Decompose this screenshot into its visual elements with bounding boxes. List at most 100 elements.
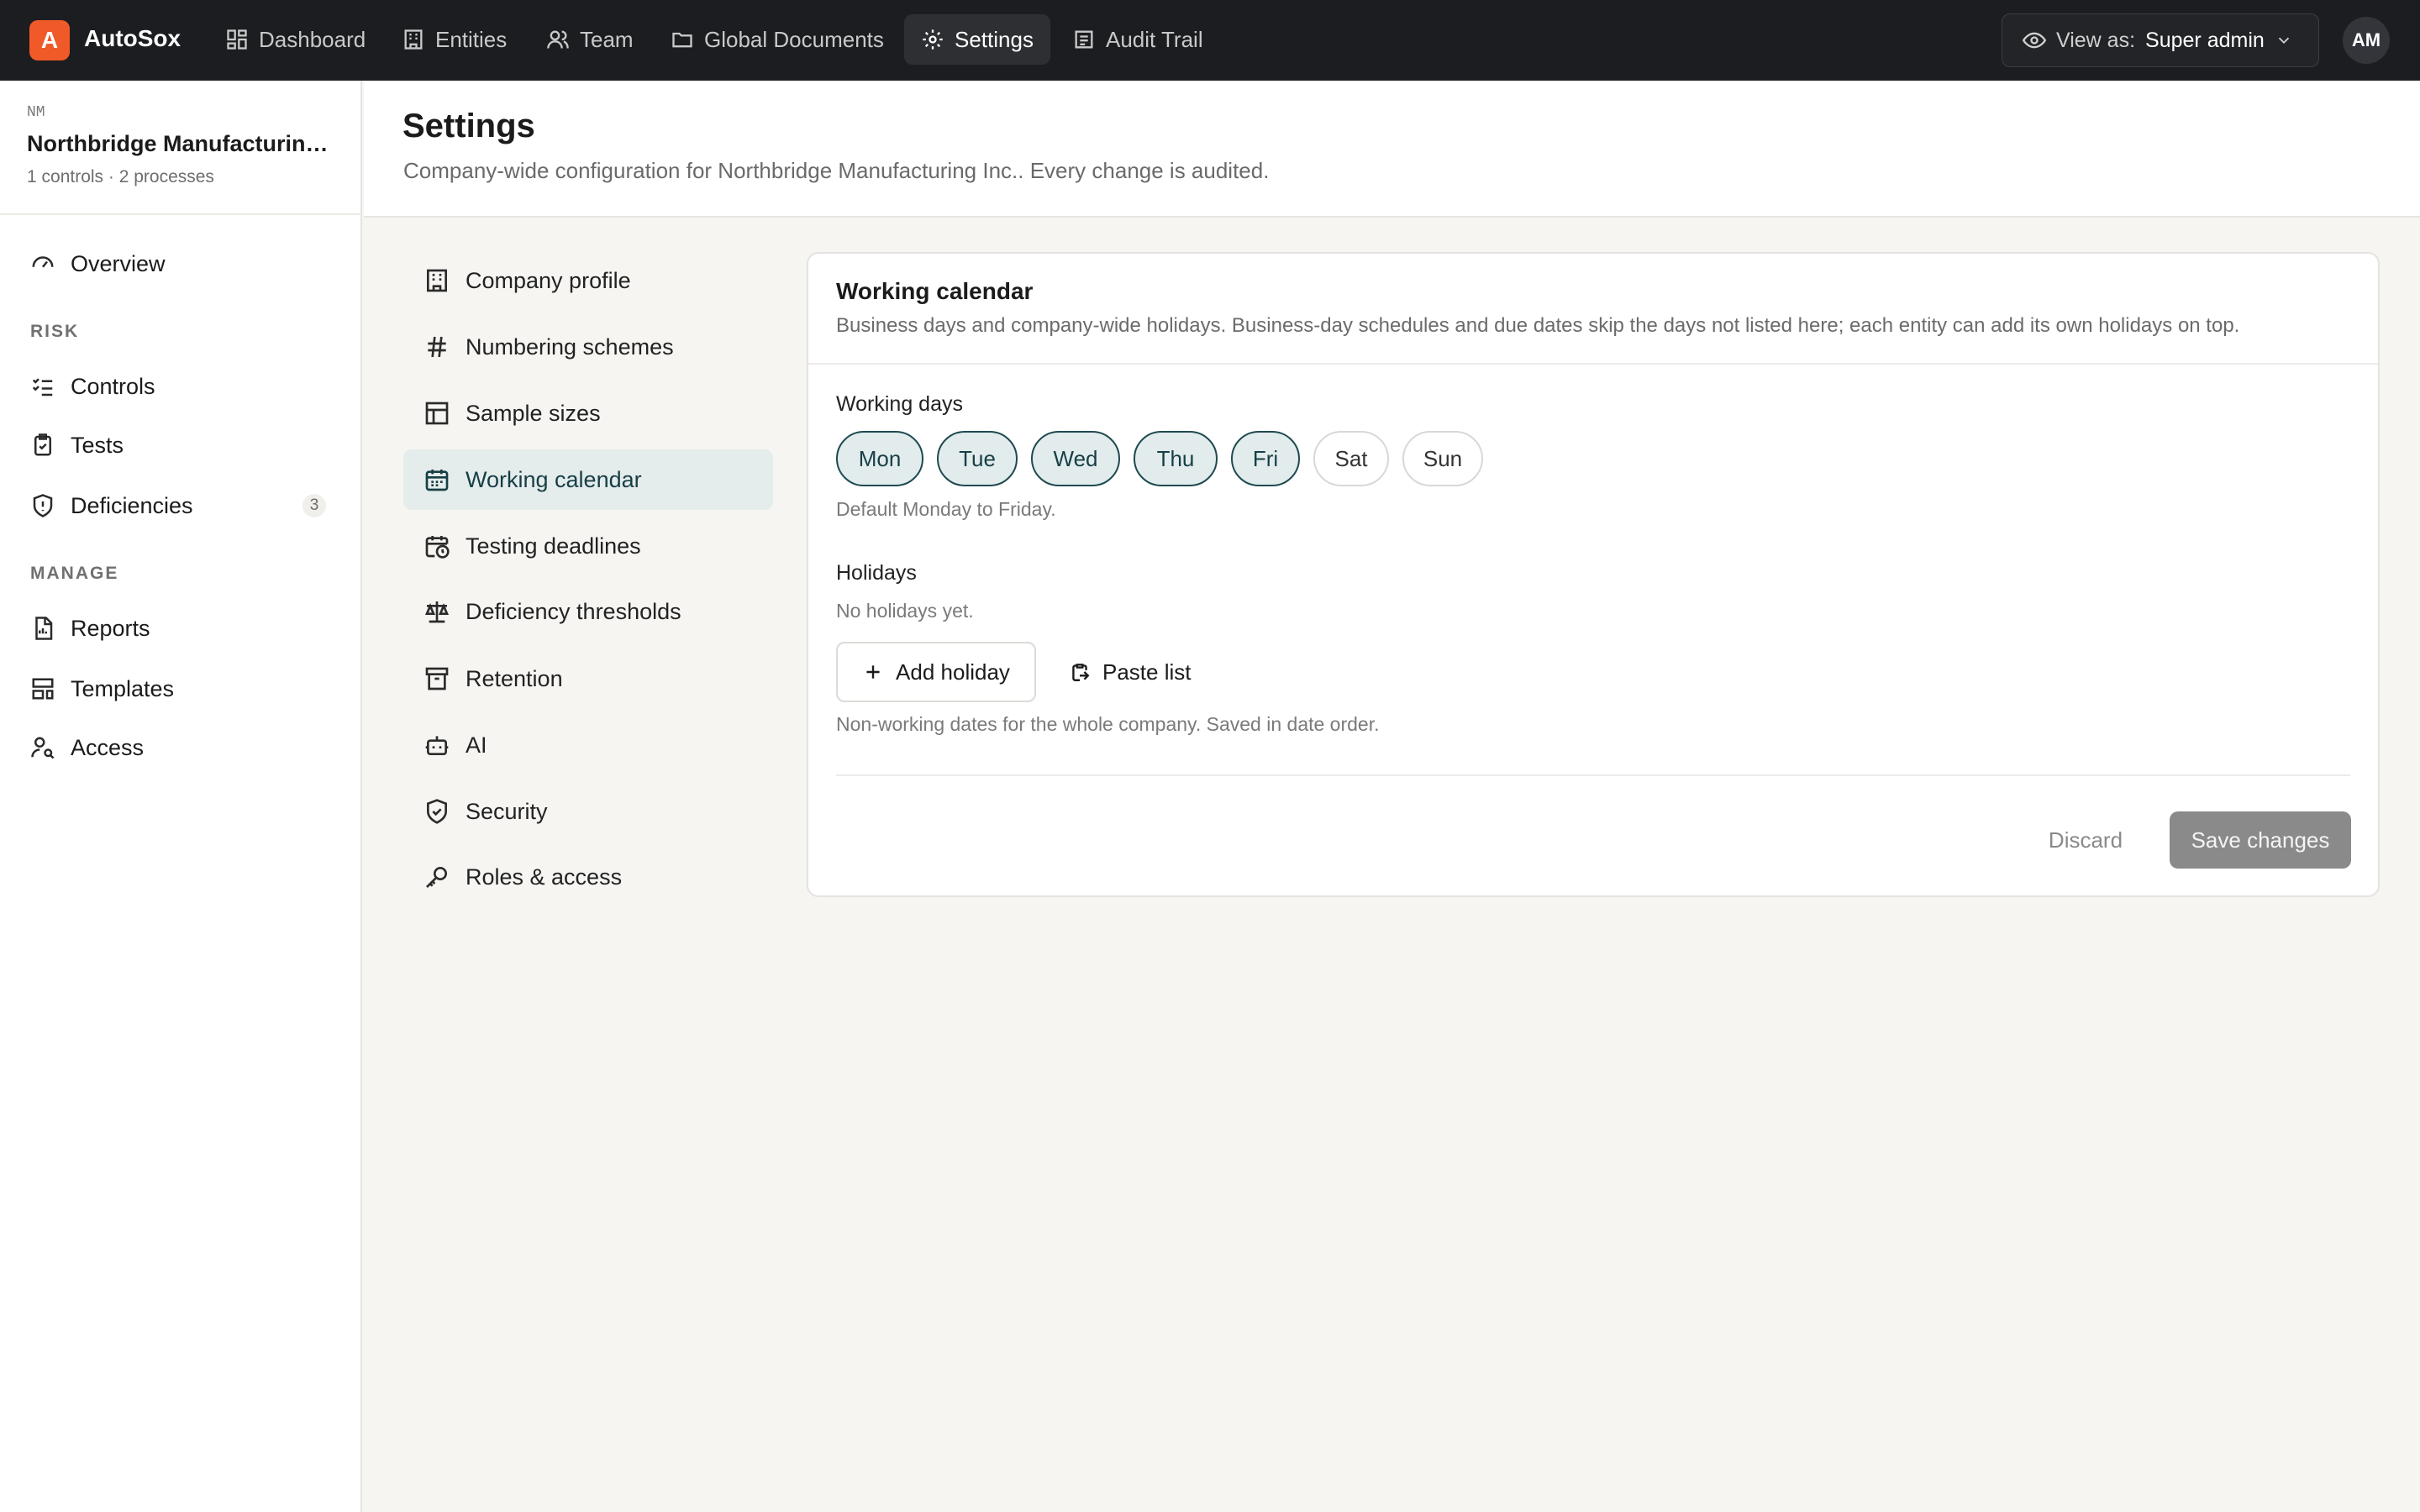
sidebar-item-templates-label: Templates [71, 675, 175, 701]
sidebar-item-controls[interactable]: Controls [15, 361, 334, 412]
settings-nav-retention[interactable]: Retention [403, 648, 773, 709]
save-changes-button[interactable]: Save changes [2170, 811, 2351, 869]
settings-nav-numbering-schemes[interactable]: Numbering schemes [403, 317, 773, 377]
sidebar-item-overview-label: Overview [71, 250, 166, 276]
day-toggle-tue[interactable]: Tue [937, 431, 1018, 486]
page-header: Settings Company-wide configuration for … [364, 81, 2420, 218]
sidebar-item-reports[interactable]: Reports [15, 603, 334, 654]
deficiencies-count-badge: 3 [302, 494, 326, 517]
working-days-hint: Default Monday to Friday. [836, 498, 1056, 520]
users-icon [547, 30, 569, 49]
page-title: Settings [402, 108, 535, 144]
card-title: Working calendar [836, 278, 1034, 304]
sidebar-item-deficiencies[interactable]: Deficiencies 3 [15, 480, 334, 531]
topnav-team[interactable]: Team [529, 14, 650, 65]
settings-nav-ai-label: AI [466, 732, 487, 758]
settings-nav-security[interactable]: Security [403, 781, 773, 842]
sidebar-item-reports-label: Reports [71, 615, 150, 641]
discard-button[interactable]: Discard [2027, 811, 2144, 869]
add-holiday-button[interactable]: Add holiday [836, 642, 1036, 702]
sidebar-item-deficiencies-label: Deficiencies [71, 492, 193, 518]
settings-nav-company-profile-label: Company profile [466, 267, 631, 293]
key-icon [426, 867, 447, 888]
bot-icon [425, 736, 449, 755]
topnav-entities-label: Entities [435, 26, 508, 52]
sidebar-section-risk: RISK [30, 322, 80, 341]
topnav-global-documents-label: Global Documents [704, 26, 884, 52]
sidebar-item-templates[interactable]: Templates [15, 664, 334, 714]
building-icon [404, 29, 423, 50]
settings-nav-testing-deadlines[interactable]: Testing deadlines [403, 516, 773, 576]
holidays-empty-text: No holidays yet. [836, 600, 974, 622]
topnav-entities[interactable]: Entities [385, 14, 523, 65]
settings-nav-sample-sizes-label: Sample sizes [466, 400, 601, 426]
settings-nav-deficiency-thresholds[interactable]: Deficiency thresholds [403, 581, 773, 642]
settings-nav-deficiency-thresholds-label: Deficiency thresholds [466, 598, 681, 624]
settings-nav-numbering-schemes-label: Numbering schemes [466, 333, 674, 360]
app-logo[interactable]: A [29, 20, 70, 60]
entity-sidebar: NM Northbridge Manufacturing Inc. 1 cont… [0, 81, 362, 1512]
view-as-select[interactable]: View as: Super admin [2002, 13, 2319, 67]
sidebar-item-tests-label: Tests [71, 432, 124, 458]
app-name[interactable]: AutoSox [84, 25, 181, 52]
sidebar-item-tests[interactable]: Tests [15, 420, 334, 470]
clipboard-paste-icon [1072, 664, 1090, 681]
dashboard-icon [227, 29, 247, 50]
topnav-audit-trail[interactable]: Audit Trail [1055, 14, 1220, 65]
layout-template-icon [32, 678, 54, 700]
topnav-team-label: Team [580, 26, 634, 52]
entity-meta: 1 controls · 2 processes [27, 167, 214, 186]
card-description: Business days and company-wide holidays.… [836, 314, 2240, 337]
day-toggle-sun[interactable]: Sun [1402, 431, 1483, 486]
sidebar-item-controls-label: Controls [71, 373, 155, 399]
settings-nav-working-calendar[interactable]: Working calendar [403, 449, 773, 510]
paste-list-button[interactable]: Paste list [1052, 642, 1208, 702]
settings-nav-company-profile[interactable]: Company profile [403, 250, 773, 311]
settings-nav-retention-label: Retention [466, 665, 563, 691]
settings-nav-working-calendar-label: Working calendar [466, 466, 642, 492]
archive-icon [425, 667, 449, 690]
working-calendar-card: Working calendar Business days and compa… [807, 252, 2380, 897]
entity-initials: NM [27, 104, 45, 121]
hash-icon [428, 336, 446, 358]
table-icon [425, 402, 449, 425]
clipboard-check-icon [34, 433, 51, 456]
page-subtitle: Company-wide configuration for Northbrid… [403, 158, 1270, 183]
holidays-hint: Non-working dates for the whole company.… [836, 713, 1380, 735]
working-days-label: Working days [836, 392, 963, 416]
user-avatar[interactable]: AM [2343, 17, 2390, 64]
plus-icon [866, 665, 880, 679]
settings-nav-testing-deadlines-label: Testing deadlines [466, 533, 641, 559]
settings-nav-roles-access-label: Roles & access [466, 864, 623, 890]
report-icon [35, 617, 53, 640]
sidebar-item-overview[interactable]: Overview [15, 239, 334, 289]
sidebar-divider [0, 213, 360, 215]
settings-nav-sample-sizes[interactable]: Sample sizes [403, 383, 773, 444]
day-toggle-thu[interactable]: Thu [1134, 431, 1218, 486]
sidebar-item-access-label: Access [71, 734, 145, 760]
topnav-settings[interactable]: Settings [904, 14, 1050, 65]
sidebar-item-access[interactable]: Access [15, 722, 334, 773]
day-toggle-sat[interactable]: Sat [1313, 431, 1389, 486]
day-toggle-mon[interactable]: Mon [836, 431, 923, 486]
topnav-global-documents[interactable]: Global Documents [654, 14, 901, 65]
view-as-value: Super admin [2145, 28, 2265, 52]
entity-name[interactable]: Northbridge Manufacturing Inc. [27, 131, 336, 157]
settings-nav-roles-access[interactable]: Roles & access [403, 847, 773, 907]
eye-icon [2023, 32, 2046, 49]
topnav-dashboard[interactable]: Dashboard [208, 14, 382, 65]
scale-icon [424, 601, 450, 623]
card-divider [808, 363, 2378, 365]
add-holiday-label: Add holiday [896, 659, 1010, 685]
settings-nav-security-label: Security [466, 798, 548, 824]
day-toggle-wed[interactable]: Wed [1031, 431, 1120, 486]
calendar-clock-icon [425, 536, 450, 559]
gauge-icon [32, 256, 54, 268]
top-bar: A AutoSox Dashboard Entities Team Global… [0, 0, 2420, 81]
paste-list-label: Paste list [1102, 659, 1192, 685]
sidebar-section-manage: MANAGE [30, 564, 119, 583]
calendar-icon [425, 470, 449, 491]
day-toggle-fri[interactable]: Fri [1231, 431, 1300, 486]
settings-nav-ai[interactable]: AI [403, 715, 773, 775]
folder-icon [672, 32, 692, 48]
